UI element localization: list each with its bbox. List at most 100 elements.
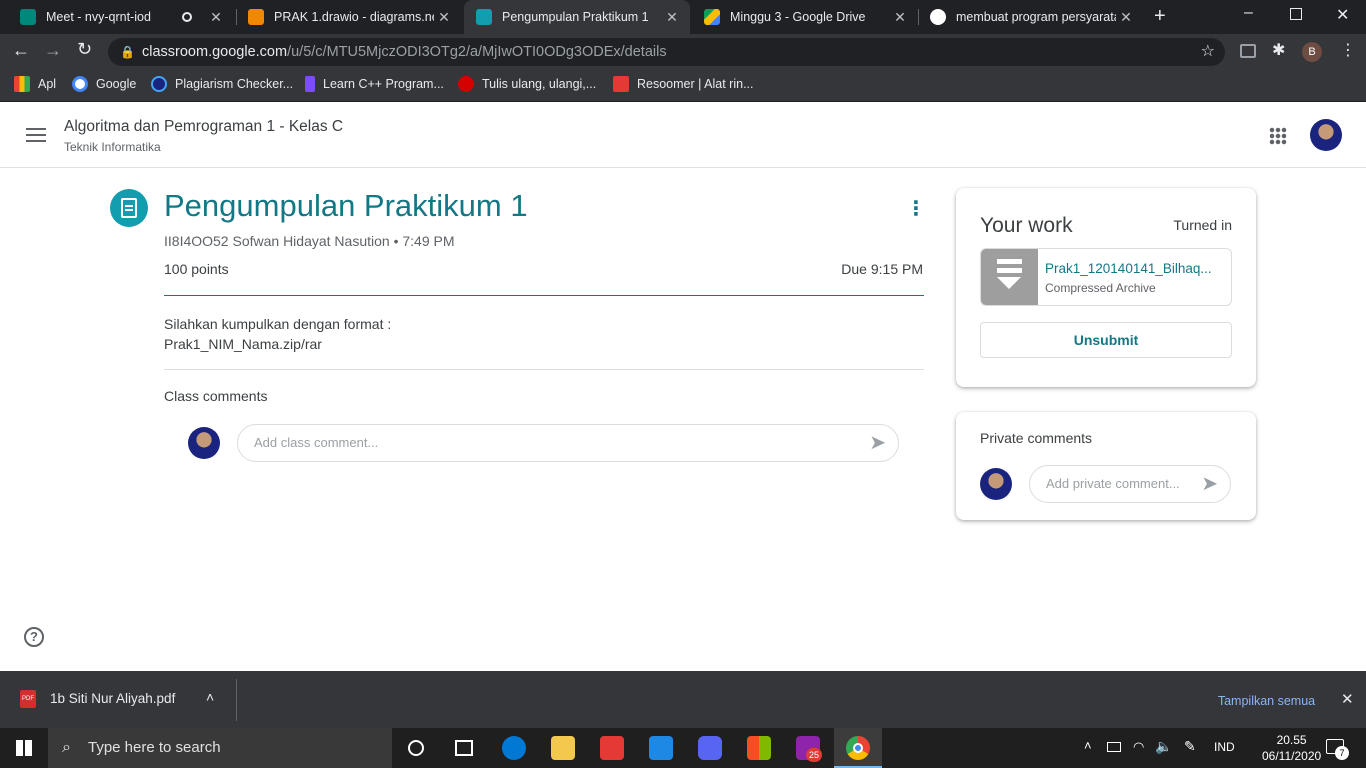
gift-icon[interactable] (600, 736, 624, 760)
your-work-card: Your work Turned in Prak1_120140141_Bilh… (956, 188, 1256, 387)
show-all-downloads-button[interactable]: Tampilkan semua (1205, 686, 1328, 716)
bookmarks-bar: Apl Google Plagiarism Checker... Learn C… (0, 70, 1366, 102)
bookmark-plagiarism[interactable]: Plagiarism Checker... (151, 70, 293, 98)
taskbar-search[interactable]: ⌕ Type here to search (48, 728, 392, 768)
notification-badge: 25 (806, 748, 822, 762)
lock-icon: 🔒 (120, 45, 135, 59)
address-bar[interactable]: 🔒 classroom.google.com/u/5/c/MTU5MjczODI… (108, 38, 1225, 66)
bookmark-apps[interactable]: Apl (14, 70, 56, 98)
volume-icon[interactable]: 🔈 (1155, 738, 1172, 755)
bookmark-label: Apl (38, 77, 57, 91)
class-comment-input[interactable]: Add class comment... ➤ (237, 424, 899, 462)
cast-icon[interactable] (1240, 44, 1256, 58)
private-comment-input[interactable]: Add private comment... ➤ (1029, 465, 1231, 503)
language-indicator[interactable]: IND (1214, 740, 1235, 754)
windows-start-icon[interactable] (16, 740, 32, 756)
hamburger-menu-icon[interactable] (26, 128, 46, 142)
attachment-type: Compressed Archive (1045, 281, 1156, 295)
minimize-icon[interactable]: – (1244, 4, 1253, 22)
bookmark-label: Resoomer | Alat rin... (637, 77, 754, 91)
close-window-icon[interactable]: ✕ (1336, 5, 1349, 25)
commenter-avatar (980, 468, 1012, 500)
profile-avatar[interactable]: B (1302, 42, 1322, 62)
tab-drawio[interactable]: PRAK 1.drawio - diagrams.net ✕ (236, 0, 462, 34)
drive-icon (704, 9, 720, 25)
wifi-icon[interactable]: ◠ (1133, 739, 1144, 755)
tab-drive[interactable]: Minggu 3 - Google Drive ✕ (692, 0, 918, 34)
course-title[interactable]: Algoritma dan Pemrograman 1 - Kelas C (64, 118, 343, 136)
bookmark-learn-cpp[interactable]: Learn C++ Program... (305, 70, 444, 98)
close-tab-icon[interactable]: ✕ (206, 9, 226, 26)
task-view-icon[interactable] (455, 740, 473, 756)
apps-grid-icon (14, 76, 30, 92)
reload-icon[interactable]: ↻ (77, 39, 92, 60)
assignment-description: Silahkan kumpulkan dengan format : Prak1… (164, 314, 391, 354)
close-tab-icon[interactable]: ✕ (1116, 9, 1136, 26)
battery-icon[interactable] (1107, 742, 1121, 752)
cortana-icon[interactable] (408, 740, 424, 756)
your-work-title: Your work (980, 214, 1073, 237)
send-icon[interactable]: ➤ (869, 425, 886, 461)
help-icon[interactable]: ? (24, 627, 44, 647)
action-center-icon[interactable]: 7 (1326, 739, 1349, 760)
google-apps-icon[interactable] (1269, 127, 1287, 145)
more-options-icon[interactable]: ⋮ (906, 196, 926, 221)
bookmark-google[interactable]: Google (72, 70, 136, 98)
divider (236, 679, 237, 721)
download-bar: PDF 1b Siti Nur Aliyah.pdf ˄ Tampilkan s… (0, 671, 1366, 728)
tab-classroom[interactable]: Pengumpulan Praktikum 1 ✕ (464, 0, 690, 34)
discord-icon[interactable] (698, 736, 722, 760)
pen-icon[interactable]: ✎ (1184, 738, 1196, 755)
close-tab-icon[interactable]: ✕ (662, 9, 682, 26)
bookmark-tulis-ulang[interactable]: Tulis ulang, ulangi,... (458, 70, 596, 98)
menu-icon[interactable]: ⋮ (1340, 40, 1356, 60)
chrome-taskbar-button[interactable] (834, 728, 882, 768)
class-comments-title: Class comments (164, 388, 268, 404)
private-comments-title: Private comments (980, 430, 1093, 446)
url-host: classroom.google.com (142, 44, 288, 60)
submission-status: Turned in (1173, 217, 1232, 233)
tab-meet[interactable]: Meet - nvy-qrnt-iod ✕ (8, 0, 234, 34)
edge-icon[interactable] (502, 736, 526, 760)
extensions-icon[interactable]: ✱ (1272, 40, 1285, 60)
user-avatar[interactable] (1310, 119, 1342, 151)
search-placeholder: Type here to search (88, 739, 221, 756)
tulis-ulang-icon (458, 76, 474, 92)
close-tab-icon[interactable]: ✕ (434, 9, 454, 26)
meet-icon (20, 9, 36, 25)
class-comment-placeholder: Add class comment... (254, 435, 379, 450)
mail-icon[interactable] (649, 736, 673, 760)
clock[interactable]: 20.55 06/11/2020 (1262, 732, 1321, 764)
new-tab-icon[interactable]: + (1154, 5, 1166, 28)
archive-file-icon (981, 249, 1038, 305)
microsoft-store-icon[interactable] (747, 736, 771, 760)
classroom-header: Algoritma dan Pemrograman 1 - Kelas C Te… (0, 103, 1366, 168)
chevron-up-icon[interactable]: ˄ (206, 689, 214, 705)
bookmark-star-icon[interactable]: ☆ (1201, 38, 1215, 66)
bookmark-label: Learn C++ Program... (323, 77, 444, 91)
attachment[interactable]: Prak1_120140141_Bilhaq... Compressed Arc… (980, 248, 1232, 306)
whatsapp-icon[interactable]: 25 (796, 736, 822, 762)
tab-title: Meet - nvy-qrnt-iod (46, 10, 151, 24)
tab-google-search[interactable]: membuat program persyaratan ✕ (918, 0, 1144, 34)
close-download-bar-icon[interactable]: ✕ (1341, 690, 1354, 708)
send-icon[interactable]: ➤ (1201, 466, 1218, 502)
assignment-icon (110, 189, 148, 227)
bookmark-resoomer[interactable]: Resoomer | Alat rin... (613, 70, 754, 98)
unsubmit-button[interactable]: Unsubmit (980, 322, 1232, 358)
restore-icon[interactable] (1290, 8, 1302, 20)
tab-title: Pengumpulan Praktikum 1 (502, 10, 649, 24)
show-hidden-icons[interactable]: ˄ (1084, 738, 1092, 753)
learn-cpp-icon (305, 76, 315, 92)
description-line: Silahkan kumpulkan dengan format : (164, 316, 392, 332)
google-icon (72, 76, 88, 92)
pdf-file-icon: PDF (20, 690, 36, 708)
download-item[interactable]: 1b Siti Nur Aliyah.pdf (50, 691, 175, 706)
forward-icon[interactable]: → (44, 40, 62, 61)
google-icon (930, 9, 946, 25)
close-tab-icon[interactable]: ✕ (890, 9, 910, 26)
file-explorer-icon[interactable] (551, 736, 575, 760)
attachment-name: Prak1_120140141_Bilhaq... (1045, 261, 1212, 276)
back-icon[interactable]: ← (12, 40, 30, 61)
course-subtitle: Teknik Informatika (64, 140, 161, 154)
